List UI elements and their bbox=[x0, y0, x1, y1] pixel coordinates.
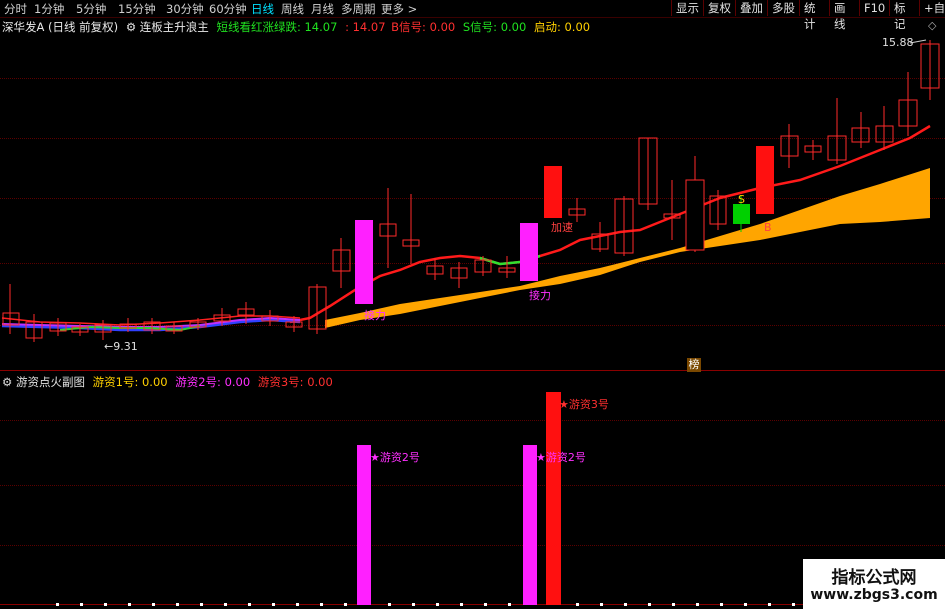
watermark-url: www.zbgs3.com bbox=[810, 587, 938, 603]
youzi3-annotation: ★游资3号 bbox=[559, 398, 609, 411]
youzi3-bar bbox=[546, 392, 561, 605]
b-candle bbox=[756, 146, 774, 214]
youzi1-value: 游资1号: 0.00 bbox=[92, 375, 168, 389]
sub-indicator-name[interactable]: 游资点火副图 bbox=[16, 375, 85, 389]
bang-badge[interactable]: 榜 bbox=[687, 358, 701, 372]
s-signal-label: S bbox=[738, 193, 745, 206]
youzi2-bar-1 bbox=[357, 445, 371, 605]
settings-icon[interactable]: ⚙ bbox=[2, 375, 12, 389]
youzi2-bar-2 bbox=[523, 445, 537, 605]
sub-legend: ⚙ 游资点火副图 游资1号: 0.00 游资2号: 0.00 游资3号: 0.0… bbox=[2, 374, 333, 390]
chart-canvas bbox=[1, 39, 940, 606]
axis-dots bbox=[56, 603, 795, 606]
sub-bars bbox=[357, 392, 561, 605]
watermark: 指标公式网 www.zbgs3.com bbox=[803, 559, 945, 609]
jieli-label-1: 接力 bbox=[364, 309, 386, 322]
youzi2-annotation-1: ★游资2号 bbox=[370, 451, 420, 464]
youzi2-annotation-2: ★游资2号 bbox=[536, 451, 586, 464]
b-signal-label: B bbox=[764, 221, 772, 234]
low-price-label: ←9.31 bbox=[104, 340, 138, 353]
green-candle bbox=[733, 204, 750, 224]
s-candle bbox=[685, 179, 705, 251]
jieli-label-2: 接力 bbox=[529, 289, 551, 302]
jieli-candle-2 bbox=[520, 223, 538, 281]
youzi3-value: 游资3号: 0.00 bbox=[257, 375, 333, 389]
jieli-candle-1 bbox=[355, 220, 373, 304]
youzi2-value: 游资2号: 0.00 bbox=[175, 375, 251, 389]
jiasu-label: 加速 bbox=[551, 221, 573, 234]
support-band bbox=[325, 168, 930, 328]
watermark-title: 指标公式网 bbox=[831, 568, 917, 588]
high-price-label: 15.88 bbox=[882, 36, 914, 49]
jiasu-candle bbox=[544, 166, 562, 218]
